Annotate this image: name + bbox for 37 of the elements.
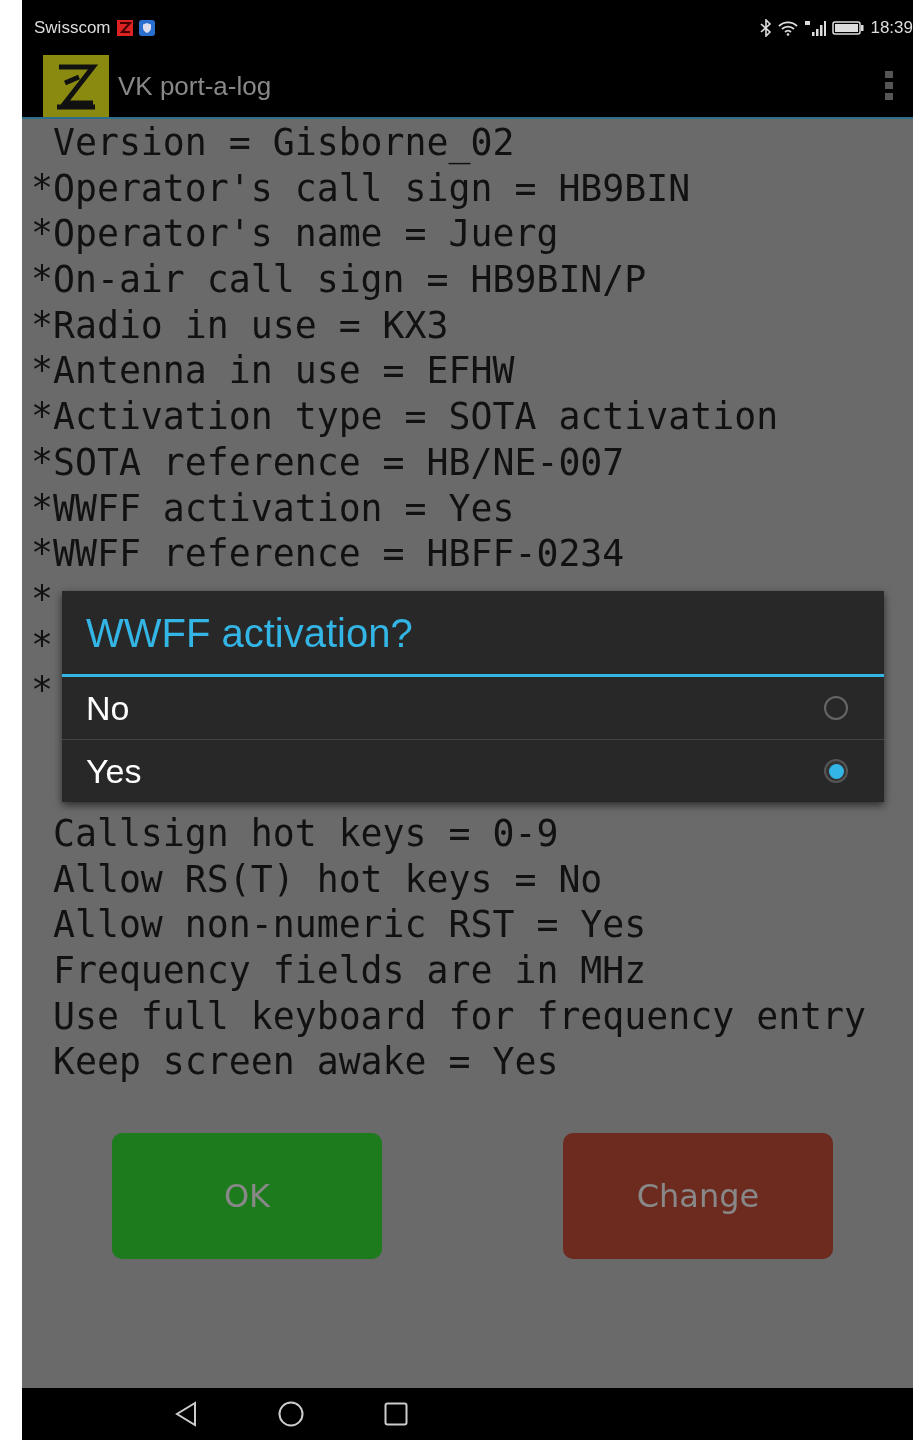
setting-line: *Operator's name = Juerg	[31, 215, 559, 253]
home-icon[interactable]	[278, 1401, 304, 1427]
recents-icon[interactable]	[384, 1402, 408, 1426]
app-title: VK port-a-log	[118, 70, 273, 102]
setting-line: *WWFF activation = Yes	[31, 489, 515, 527]
wifi-icon	[778, 19, 799, 36]
app-logo-icon	[43, 55, 109, 117]
setting-line: Use full keyboard for frequency entry	[51, 997, 867, 1035]
setting-line: *Antenna in use = EFHW	[31, 352, 515, 390]
radio-button[interactable]	[824, 759, 848, 783]
setting-line: Allow RS(T) hot keys = No	[51, 860, 603, 898]
notification-app-icon	[116, 19, 133, 36]
setting-line: *On-air call sign = HB9BIN/P	[31, 261, 647, 299]
clock-time: 18:39	[870, 17, 913, 38]
dialog-option[interactable]: Yes	[62, 739, 884, 802]
setting-line: *SOTA reference = HB/NE-007	[31, 443, 625, 481]
setting-line: Frequency fields are in MHz	[51, 952, 647, 989]
dialog-option[interactable]: No	[62, 677, 884, 739]
setting-line: *	[31, 580, 53, 618]
setting-line: *	[31, 672, 53, 710]
dialog-title: WWFF activation?	[62, 591, 884, 677]
back-icon[interactable]	[174, 1401, 198, 1427]
overflow-menu-icon[interactable]	[885, 71, 893, 101]
setting-line: Callsign hot keys = 0-9	[51, 814, 559, 852]
shield-icon	[138, 19, 155, 36]
radio-button[interactable]	[824, 696, 848, 720]
bluetooth-icon	[760, 18, 773, 37]
setting-line: *WWFF reference = HBFF-0234	[31, 535, 625, 573]
signal-icon	[804, 18, 827, 37]
setting-line: *Activation type = SOTA activation	[31, 398, 779, 436]
setting-line: *Operator's call sign = HB9BIN	[31, 169, 691, 207]
setting-line: *	[31, 626, 53, 664]
carrier-name: Swisscom	[34, 17, 111, 38]
setting-line: *Radio in use = KX3	[31, 306, 449, 344]
setting-line: Keep screen awake = Yes	[51, 1043, 559, 1081]
battery-icon	[832, 19, 865, 36]
setting-line: Allow non-numeric RST = Yes	[51, 906, 647, 944]
